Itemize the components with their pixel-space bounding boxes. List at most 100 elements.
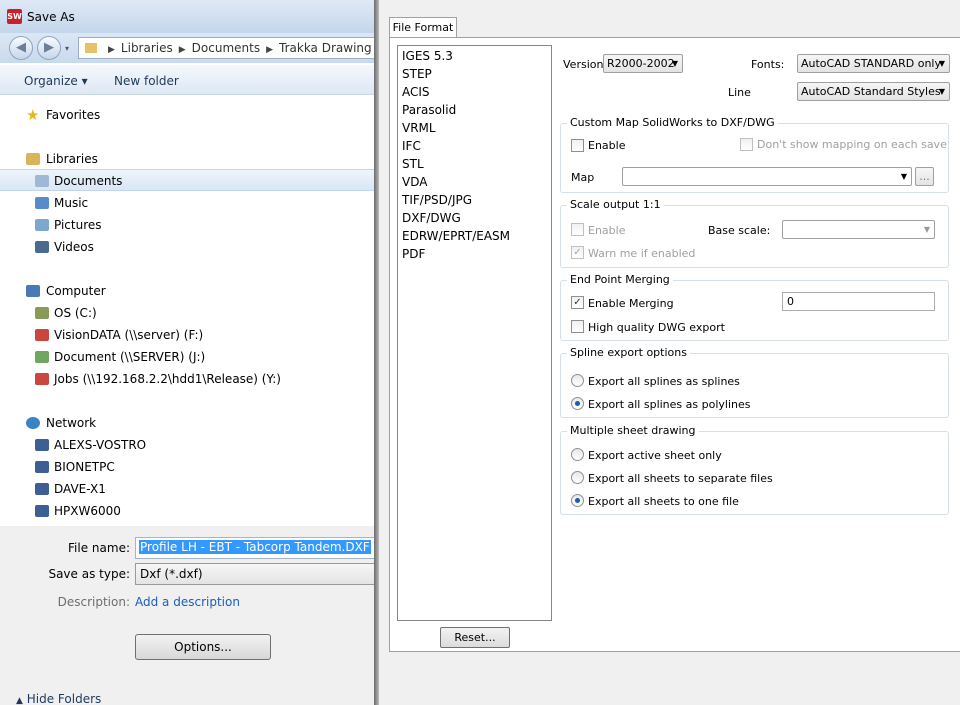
save-as-window: SW Save As ◀ ▶ ▾ ▶ Libraries ▶ Documents ▶ Tr… <box>0 0 378 705</box>
enable-merging-checkbox[interactable]: ✓ <box>571 296 584 309</box>
dropdown-arrow-icon: ▼ <box>938 87 945 96</box>
videos-icon <box>35 241 49 253</box>
map-select[interactable]: ▼ <box>622 167 912 186</box>
format-item-tif[interactable]: TIF/PSD/JPG <box>402 191 472 209</box>
options-button[interactable]: Options... <box>135 634 271 660</box>
format-item-stl[interactable]: STL <box>402 155 424 173</box>
breadcrumb-item[interactable]: Libraries <box>121 41 173 55</box>
version-label: Version: <box>563 58 608 71</box>
radio-label: Export all splines as polylines <box>588 398 751 411</box>
format-item-edrw[interactable]: EDRW/EPRT/EASM <box>402 227 510 245</box>
nav-label: Document (\\SERVER) (J:) <box>54 350 206 364</box>
format-item-vda[interactable]: VDA <box>402 173 427 191</box>
chevron-right-icon: ▶ <box>266 45 274 55</box>
new-folder-button[interactable]: New folder <box>114 74 179 88</box>
checkbox-label: Warn me if enabled <box>588 247 696 260</box>
library-icon <box>26 153 40 165</box>
add-description-link[interactable]: Add a description <box>135 595 240 609</box>
nav-computer[interactable]: Computer <box>0 280 378 302</box>
group-title: Multiple sheet drawing <box>567 424 699 437</box>
splines-as-splines-radio[interactable] <box>571 374 584 387</box>
merge-tolerance-input[interactable]: 0 <box>782 292 935 311</box>
nav-drive-y[interactable]: Jobs (\\192.168.2.2\hdd1\Release) (Y:) <box>0 368 378 390</box>
computer-icon <box>35 461 49 473</box>
format-item-ifc[interactable]: IFC <box>402 137 421 155</box>
line-label: Line <box>728 86 751 99</box>
nav-label: Computer <box>46 284 106 298</box>
nav-music[interactable]: Music <box>0 192 378 214</box>
file-name-value: Profile LH - EBT - Tabcorp Tandem.DXF <box>139 540 371 554</box>
fonts-select[interactable]: AutoCAD STANDARD only ▼ <box>797 54 950 73</box>
nav-label: DAVE-X1 <box>54 482 106 496</box>
nav-label: Favorites <box>46 108 101 122</box>
description-label: Description: <box>57 595 130 609</box>
nav-network-pc[interactable]: ALEXS-VOSTRO <box>0 434 378 456</box>
hide-folders-button[interactable]: ▲ Hide Folders <box>16 692 101 705</box>
dropdown-arrow-icon: ▼ <box>671 59 678 68</box>
nav-network-pc[interactable]: HPXW6000 <box>0 500 378 522</box>
export-one-file-radio[interactable] <box>571 494 584 507</box>
chevron-up-icon: ▲ <box>16 696 23 705</box>
nav-network-pc[interactable]: DAVE-X1 <box>0 478 378 500</box>
export-separate-files-radio[interactable] <box>571 471 584 484</box>
format-item-pdf[interactable]: PDF <box>402 245 425 263</box>
network-drive-disconnected-icon <box>35 373 49 385</box>
line-style-select[interactable]: AutoCAD Standard Styles ▼ <box>797 82 950 101</box>
radio-label: Export all splines as splines <box>588 375 740 388</box>
format-item-step[interactable]: STEP <box>402 65 432 83</box>
nav-drive-j[interactable]: Document (\\SERVER) (J:) <box>0 346 378 368</box>
reset-button[interactable]: Reset... <box>440 627 510 648</box>
organize-button[interactable]: Organize ▾ <box>24 74 88 88</box>
chevron-right-icon: ▶ <box>178 45 186 55</box>
splines-as-polylines-radio[interactable] <box>571 397 584 410</box>
nav-pictures[interactable]: Pictures <box>0 214 378 236</box>
nav-network-pc[interactable]: BIONETPC <box>0 456 378 478</box>
breadcrumb-item[interactable]: Trakka Drawing - Sc <box>279 41 378 55</box>
scale-group: Scale output 1:1 Enable Base scale: ▼ ✓ … <box>560 198 949 268</box>
format-item-parasolid[interactable]: Parasolid <box>402 101 456 119</box>
pictures-icon <box>35 219 49 231</box>
format-item-iges[interactable]: IGES 5.3 <box>402 47 453 65</box>
nav-label: Videos <box>54 240 94 254</box>
save-type-select[interactable]: Dxf (*.dxf) <box>135 563 378 585</box>
dont-show-mapping-checkbox[interactable] <box>740 138 753 151</box>
documents-icon <box>35 175 49 187</box>
nav-drive-f[interactable]: VisionDATA (\\server) (F:) <box>0 324 378 346</box>
star-icon: ★ <box>26 106 40 124</box>
nav-drive-c[interactable]: OS (C:) <box>0 302 378 324</box>
group-title: Spline export options <box>567 346 690 359</box>
version-select[interactable]: R2000-2002 ▼ <box>603 54 683 73</box>
scale-enable-checkbox[interactable] <box>571 223 584 236</box>
format-item-vrml[interactable]: VRML <box>402 119 436 137</box>
end-point-merging-group: End Point Merging ✓ Enable Merging 0 Hig… <box>560 273 949 341</box>
nav-libraries[interactable]: Libraries <box>0 148 378 170</box>
export-active-sheet-radio[interactable] <box>571 448 584 461</box>
format-item-acis[interactable]: ACIS <box>402 83 430 101</box>
map-browse-button[interactable]: ... <box>915 167 934 186</box>
format-list[interactable]: IGES 5.3 STEP ACIS Parasolid VRML IFC ST… <box>397 45 552 621</box>
file-format-tab-panel: IGES 5.3 STEP ACIS Parasolid VRML IFC ST… <box>389 37 960 652</box>
nav-documents[interactable]: Documents <box>0 169 378 191</box>
recent-locations-icon[interactable]: ▾ <box>65 44 69 53</box>
nav-network[interactable]: Network <box>0 412 378 434</box>
base-scale-select[interactable]: ▼ <box>782 220 935 239</box>
tab-file-format[interactable]: File Format <box>389 17 457 38</box>
hq-dwg-export-checkbox[interactable] <box>571 320 584 333</box>
fonts-label: Fonts: <box>751 58 785 71</box>
network-drive-disconnected-icon <box>35 329 49 341</box>
breadcrumb-item[interactable]: Documents <box>192 41 260 55</box>
hide-folders-label: Hide Folders <box>26 692 102 705</box>
file-name-input[interactable]: Profile LH - EBT - Tabcorp Tandem.DXF <box>135 537 378 559</box>
dropdown-arrow-icon: ▼ <box>923 225 930 234</box>
back-arrow-icon[interactable]: ◀ <box>9 36 33 60</box>
nav-favorites[interactable]: ★ Favorites <box>0 104 378 126</box>
navigation-bar: ◀ ▶ ▾ ▶ Libraries ▶ Documents ▶ Trakka Drawin… <box>0 33 378 63</box>
format-item-dxf[interactable]: DXF/DWG <box>402 209 461 227</box>
address-bar[interactable]: ▶ Libraries ▶ Documents ▶ Trakka Drawing - Sc <box>78 37 378 59</box>
custom-map-group: Custom Map SolidWorks to DXF/DWG Enable … <box>560 116 949 193</box>
warn-checkbox[interactable]: ✓ <box>571 246 584 259</box>
custom-map-enable-checkbox[interactable] <box>571 139 584 152</box>
checkbox-label: Don't show mapping on each save <box>757 138 947 151</box>
forward-arrow-icon[interactable]: ▶ <box>37 36 61 60</box>
nav-videos[interactable]: Videos <box>0 236 378 258</box>
